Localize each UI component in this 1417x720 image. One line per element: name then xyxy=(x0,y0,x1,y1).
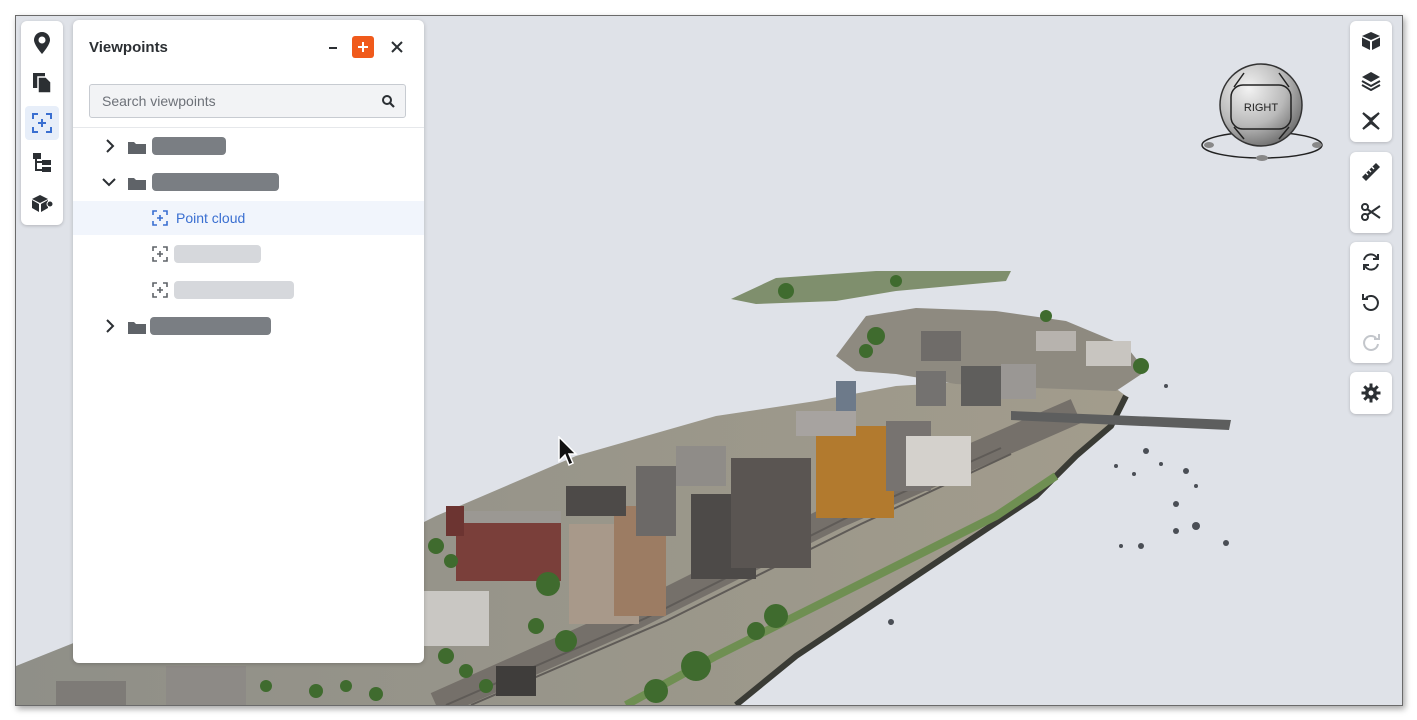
layers-icon[interactable] xyxy=(1354,64,1388,98)
viewpoints-icon[interactable] xyxy=(25,106,59,140)
viewpoint-item[interactable] xyxy=(73,273,424,307)
section-plane-icon[interactable] xyxy=(1354,104,1388,138)
undo-icon[interactable] xyxy=(1354,285,1388,319)
location-pin-icon[interactable] xyxy=(25,26,59,60)
chevron-right-icon[interactable] xyxy=(105,139,115,153)
redacted-folder-name xyxy=(152,137,226,155)
cube-icon[interactable] xyxy=(1354,24,1388,58)
chevron-down-icon[interactable] xyxy=(102,177,116,187)
search-icon[interactable] xyxy=(381,94,395,108)
refresh-icon[interactable] xyxy=(1354,245,1388,279)
redacted-viewpoint-name xyxy=(174,281,294,299)
redacted-viewpoint-name xyxy=(174,245,261,263)
models-icon[interactable] xyxy=(25,186,59,220)
ruler-icon[interactable] xyxy=(1354,155,1388,189)
navcube-face-label: RIGHT xyxy=(1244,102,1279,114)
redo-icon[interactable] xyxy=(1354,325,1388,359)
tree-folder-row[interactable] xyxy=(73,165,424,199)
redacted-folder-name xyxy=(152,173,279,191)
add-viewpoint-button[interactable] xyxy=(352,36,374,58)
right-toolbar-group-settings xyxy=(1350,372,1392,414)
mouse-cursor xyxy=(558,436,578,467)
viewpoint-icon xyxy=(152,210,168,226)
viewpoint-icon xyxy=(152,282,168,298)
folder-icon xyxy=(128,178,146,190)
app-window: Viewpoints Point cloud xyxy=(15,15,1403,706)
navigation-cube[interactable]: RIGHT xyxy=(1199,61,1325,163)
viewpoint-label: Point cloud xyxy=(176,210,246,226)
left-toolbar xyxy=(21,21,63,225)
viewpoint-item[interactable] xyxy=(73,237,424,271)
documents-icon[interactable] xyxy=(25,66,59,100)
folder-icon xyxy=(128,142,146,154)
tree-folder-row[interactable] xyxy=(73,129,424,163)
viewpoint-icon xyxy=(152,246,168,262)
search-input[interactable] xyxy=(90,85,372,117)
chevron-right-icon[interactable] xyxy=(105,319,115,333)
close-button[interactable] xyxy=(386,36,408,58)
viewpoint-item-point-cloud[interactable]: Point cloud xyxy=(73,201,424,235)
viewpoints-panel: Viewpoints Point cloud xyxy=(73,20,424,663)
north-shore xyxy=(731,271,1011,304)
right-toolbar-group-history xyxy=(1350,242,1392,363)
right-toolbar-group-tools xyxy=(1350,152,1392,233)
folder-icon xyxy=(128,322,146,334)
redacted-folder-name xyxy=(150,317,271,335)
close-icon xyxy=(391,41,403,53)
panel-title: Viewpoints xyxy=(89,39,168,56)
right-toolbar-group-view xyxy=(1350,21,1392,142)
tree-folder-row[interactable] xyxy=(73,309,424,343)
minimize-button[interactable] xyxy=(322,36,344,58)
settings-icon[interactable] xyxy=(1354,376,1388,410)
search-box xyxy=(89,84,406,118)
scissors-icon[interactable] xyxy=(1354,195,1388,229)
plus-icon xyxy=(358,42,368,52)
tree-icon[interactable] xyxy=(25,146,59,180)
